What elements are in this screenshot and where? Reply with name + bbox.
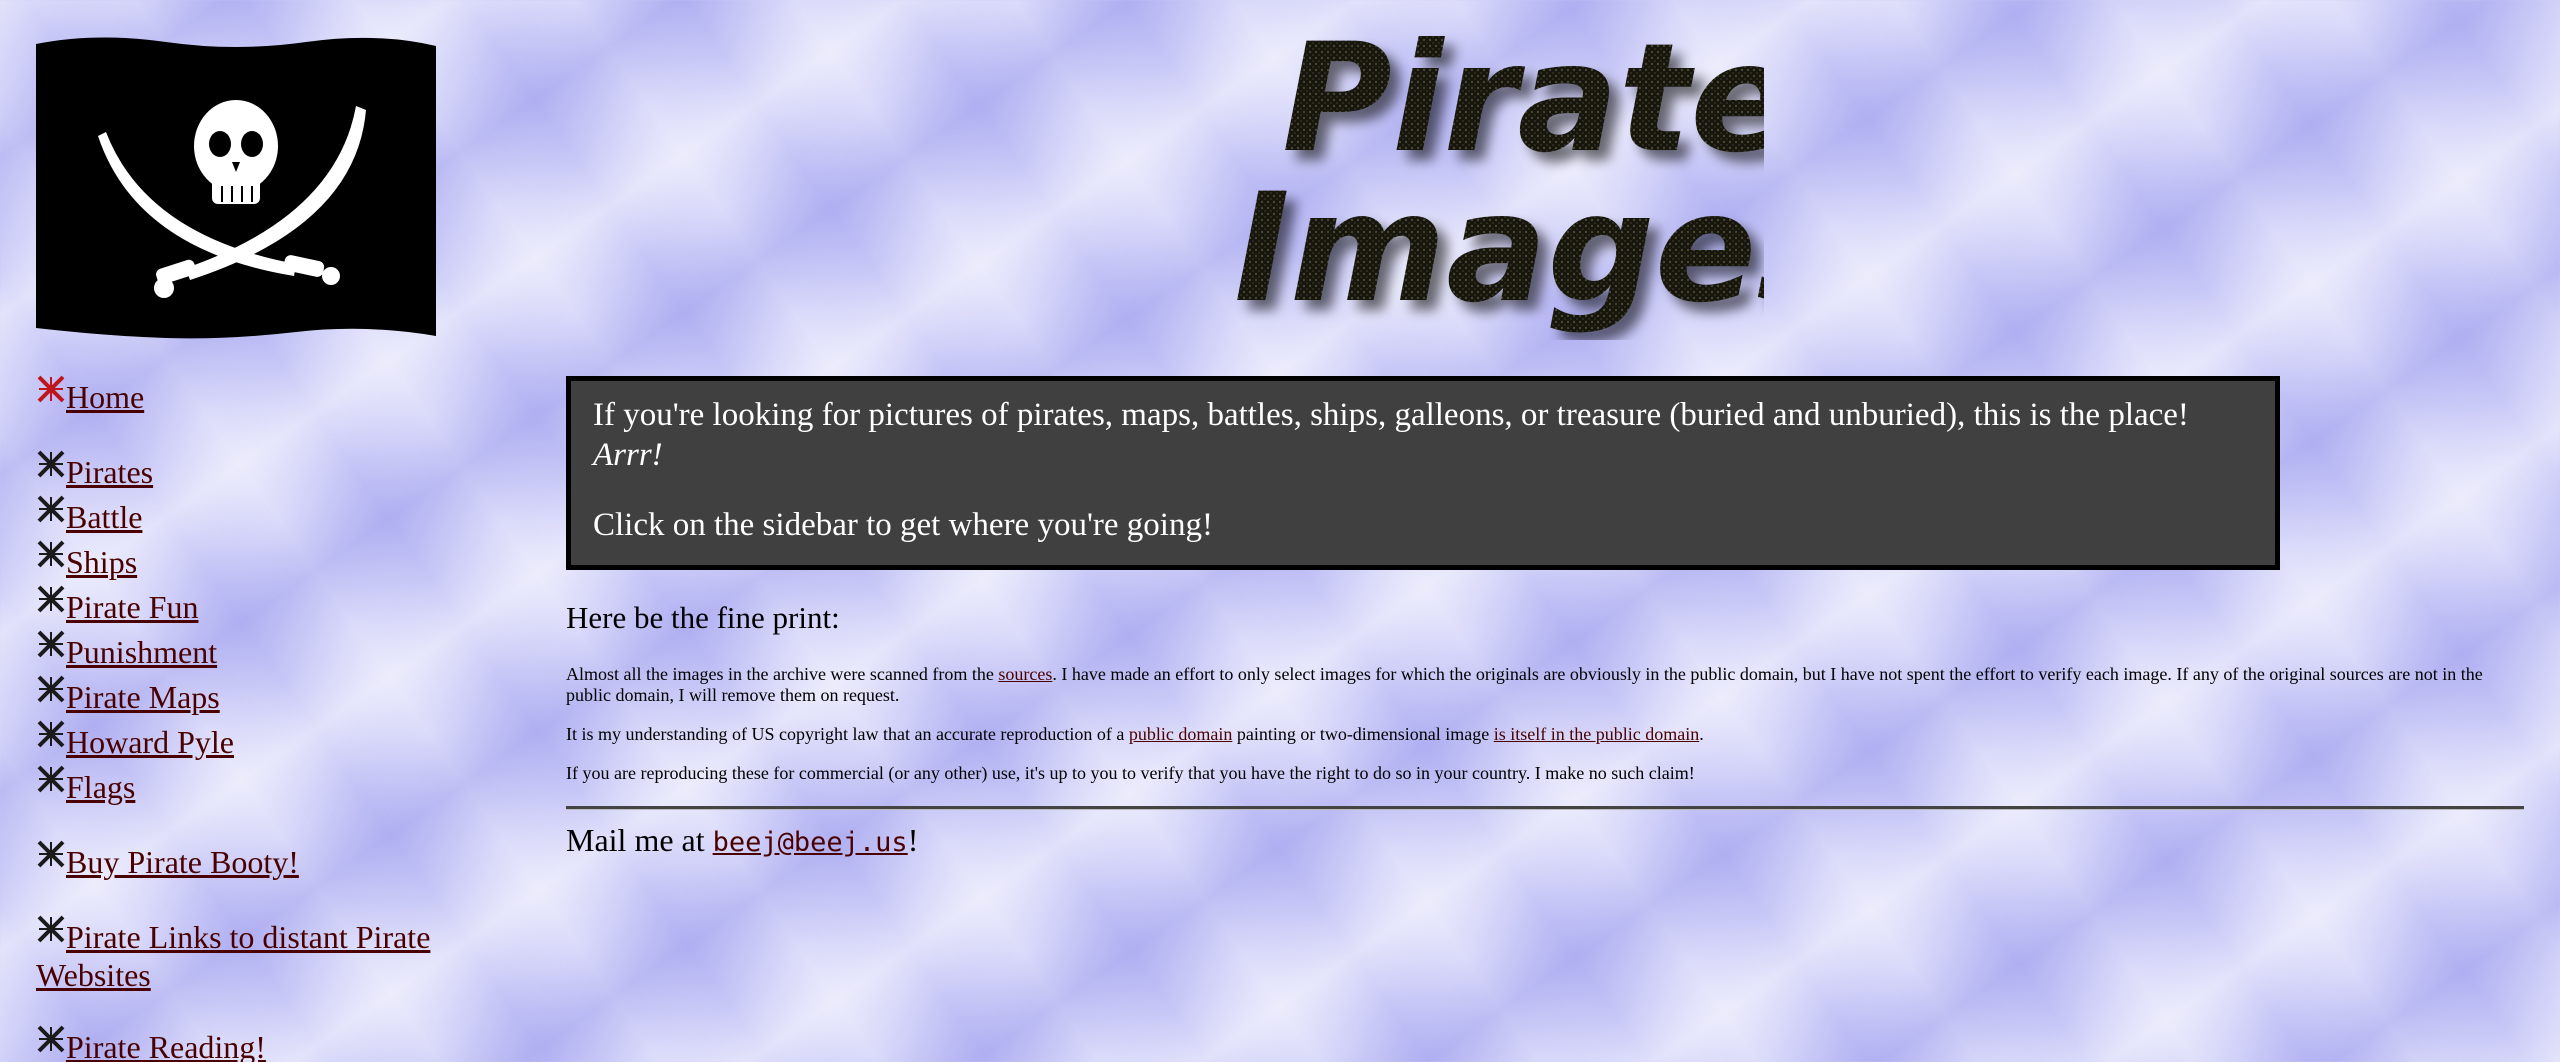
fineprint-p2-text: It is my understanding of US copyright l…	[566, 724, 1129, 744]
crossed-swords-icon	[37, 765, 65, 793]
intro-line1: If you're looking for pictures of pirate…	[593, 395, 2253, 475]
crossed-swords-icon	[37, 495, 65, 523]
sources-link[interactable]: sources	[998, 664, 1052, 684]
intro-line1-text: If you're looking for pictures of pirate…	[593, 397, 2189, 433]
fineprint-paragraph-2: It is my understanding of US copyright l…	[566, 724, 2526, 745]
mail-line: Mail me at beej@beej.us!	[566, 822, 2526, 859]
nav-group-booty: Buy Pirate Booty!	[36, 839, 446, 884]
sidebar-item-label: Pirate Reading!	[66, 1029, 266, 1062]
nav-group-reading: Pirate Reading!	[36, 1024, 446, 1062]
crossed-swords-icon	[37, 585, 65, 613]
intro-line2: Click on the sidebar to get where you're…	[593, 507, 1213, 543]
sidebar-nav: Home Pirates Battle Ships Pirate Fun Pun…	[36, 374, 446, 1062]
crossed-swords-icon	[37, 450, 65, 478]
sidebar: Home Pirates Battle Ships Pirate Fun Pun…	[36, 36, 446, 1062]
fineprint-p2-text-3: .	[1699, 724, 1704, 744]
mail-prefix: Mail me at	[566, 822, 713, 858]
sidebar-item-buy-pirate-booty[interactable]: Buy Pirate Booty!	[36, 839, 446, 884]
sidebar-item-pirate-maps[interactable]: Pirate Maps	[36, 674, 446, 719]
sidebar-item-battle[interactable]: Battle	[36, 494, 446, 539]
sidebar-item-label: Punishment	[66, 634, 218, 670]
red-crossed-swords-icon	[37, 375, 65, 403]
crossed-swords-icon	[37, 840, 65, 868]
divider	[566, 806, 2524, 810]
sidebar-item-pirate-fun[interactable]: Pirate Fun	[36, 584, 446, 629]
logo-line2: Images	[1234, 162, 1764, 336]
sidebar-item-punishment[interactable]: Punishment	[36, 629, 446, 674]
crossed-swords-icon	[37, 675, 65, 703]
nav-group-home: Home	[36, 374, 446, 419]
sidebar-item-label: Buy Pirate Booty!	[66, 844, 299, 880]
crossed-swords-icon	[37, 540, 65, 568]
sidebar-item-label: Ships	[66, 544, 138, 580]
mail-suffix: !	[907, 822, 919, 858]
sidebar-item-label: Pirate Links to distant Pirate Websites	[36, 919, 431, 993]
fineprint-p1-text: Almost all the images in the archive wer…	[566, 664, 999, 684]
sidebar-item-label: Flags	[66, 769, 136, 805]
intro-arrr: Arrr!	[593, 437, 663, 473]
sidebar-item-flags[interactable]: Flags	[36, 764, 446, 809]
sidebar-item-pirate-reading[interactable]: Pirate Reading!	[36, 1024, 446, 1062]
sidebar-item-pirates[interactable]: Pirates	[36, 449, 446, 494]
crossed-swords-icon	[37, 1025, 65, 1053]
sidebar-item-label: Home	[66, 379, 145, 415]
sidebar-item-label: Howard Pyle	[66, 724, 234, 760]
crossed-swords-icon	[37, 630, 65, 658]
nav-group-links: Pirate Links to distant Pirate Websites	[36, 914, 446, 994]
itself-public-domain-link[interactable]: is itself in the public domain	[1494, 724, 1699, 744]
sidebar-item-pirate-links[interactable]: Pirate Links to distant Pirate Websites	[36, 914, 446, 994]
fineprint-heading: Here be the fine print:	[566, 600, 840, 635]
main-content: Pirate Images If you're looking for pict…	[566, 20, 2526, 859]
fineprint-p2-text-2: painting or two-dimensional image	[1232, 724, 1494, 744]
intro-box: If you're looking for pictures of pirate…	[566, 376, 2280, 570]
sidebar-item-howard-pyle[interactable]: Howard Pyle	[36, 719, 446, 764]
public-domain-link[interactable]: public domain	[1129, 724, 1232, 744]
sidebar-item-ships[interactable]: Ships	[36, 539, 446, 584]
crossed-swords-icon	[37, 720, 65, 748]
sidebar-item-home[interactable]: Home	[36, 374, 446, 419]
crossed-swords-icon	[37, 915, 65, 943]
sidebar-item-label: Pirate Maps	[66, 679, 220, 715]
fineprint-paragraph-1: Almost all the images in the archive wer…	[566, 664, 2526, 706]
nav-group-main: Pirates Battle Ships Pirate Fun Punishme…	[36, 449, 446, 809]
pirate-images-logo: Pirate Images	[1234, 20, 1764, 336]
sidebar-item-label: Pirates	[66, 454, 154, 490]
fineprint-paragraph-3: If you are reproducing these for commerc…	[566, 763, 1695, 783]
jolly-roger-flag-icon	[36, 37, 436, 339]
sidebar-item-label: Battle	[66, 499, 143, 535]
sidebar-item-label: Pirate Fun	[66, 589, 199, 625]
email-link[interactable]: beej@beej.us	[713, 827, 908, 858]
